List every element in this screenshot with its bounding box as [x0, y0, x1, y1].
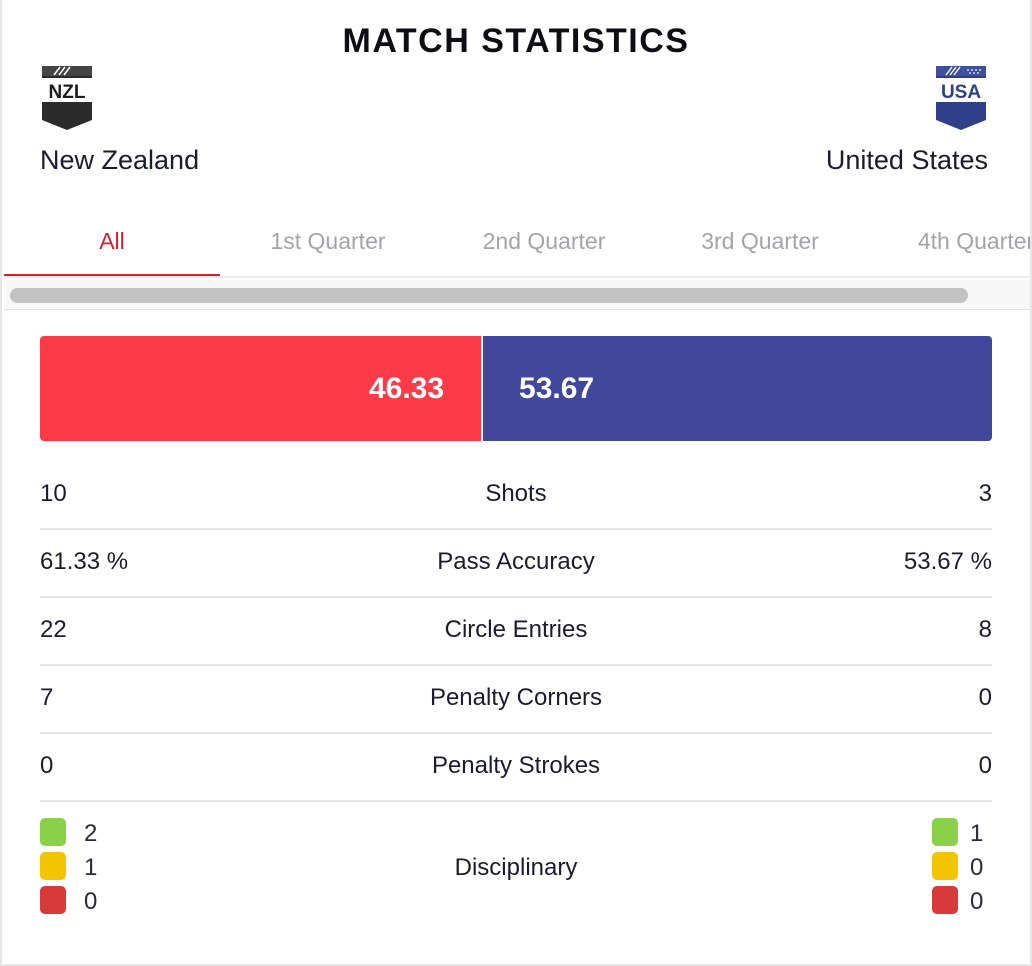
- green-card-icon: [40, 818, 66, 846]
- away-cards: 1 0 0: [932, 818, 992, 920]
- stat-away-value: 3: [978, 480, 992, 507]
- match-statistics-card: MATCH STATISTICS NZL New Zealand USA Uni…: [0, 0, 1032, 966]
- stat-label: Disciplinary: [454, 854, 578, 881]
- usa-badge-icon: USA: [936, 66, 986, 130]
- stat-row-disciplinary: 2 1 0 Disciplinary 1 0 0: [40, 818, 992, 920]
- stats-table: 10 Shots 3 61.33 % Pass Accuracy 53.67 %…: [40, 462, 992, 802]
- stat-label: Penalty Corners: [429, 684, 603, 711]
- home-red-count: 0: [84, 888, 98, 915]
- stat-label: Circle Entries: [444, 616, 588, 643]
- red-card-icon: [40, 886, 66, 914]
- tab-3rd-quarter[interactable]: 3rd Quarter: [652, 200, 868, 276]
- yellow-card-icon: [932, 852, 958, 880]
- away-team: USA United States: [826, 64, 988, 176]
- green-card-icon: [932, 818, 958, 846]
- away-red-count: 0: [970, 888, 984, 915]
- home-team-name: New Zealand: [40, 145, 200, 175]
- stat-label: Penalty Strokes: [431, 752, 601, 779]
- away-yellow-count: 0: [970, 854, 984, 881]
- period-tabs: All 1st Quarter 2nd Quarter 3rd Quarter …: [4, 200, 1030, 278]
- red-card-icon: [932, 886, 958, 914]
- tabs-scrollbar-thumb[interactable]: [10, 288, 968, 303]
- possession-home-value: 46.33: [368, 371, 445, 405]
- possession-home: 46.33: [40, 336, 482, 441]
- nzl-badge-code: NZL: [49, 82, 86, 103]
- stat-label: Pass Accuracy: [437, 548, 595, 575]
- stat-away-value: 8: [978, 616, 992, 643]
- page-title: MATCH STATISTICS: [342, 22, 690, 60]
- nzl-badge-icon: NZL: [42, 66, 92, 130]
- tab-1st-quarter[interactable]: 1st Quarter: [220, 200, 436, 276]
- tab-4th-quarter[interactable]: 4th Quarter: [868, 200, 1030, 276]
- stat-row-shots: 10 Shots 3: [40, 462, 992, 530]
- tabs-scrollbar[interactable]: [4, 280, 1030, 310]
- away-green-count: 1: [970, 820, 984, 847]
- stat-row-pass-accuracy: 61.33 % Pass Accuracy 53.67 %: [40, 530, 992, 598]
- usa-badge-code: USA: [941, 82, 981, 103]
- stat-away-value: 0: [978, 684, 992, 711]
- possession-away: 53.67: [481, 336, 992, 441]
- possession-away-value: 53.67: [519, 371, 595, 405]
- home-team: NZL New Zealand: [40, 64, 199, 176]
- away-team-name: United States: [825, 145, 988, 175]
- stat-row-penalty-corners: 7 Penalty Corners 0: [40, 666, 992, 734]
- stat-row-circle-entries: 22 Circle Entries 8: [40, 598, 992, 666]
- tab-2nd-quarter[interactable]: 2nd Quarter: [436, 200, 652, 276]
- stat-away-value: 0: [978, 752, 992, 779]
- home-green-count: 2: [84, 820, 98, 847]
- stat-row-penalty-strokes: 0 Penalty Strokes 0: [40, 734, 992, 802]
- possession-bar: 46.33 53.67: [40, 336, 992, 441]
- stat-label: Shots: [485, 480, 547, 507]
- stat-away-value: 53.67 %: [903, 548, 992, 575]
- tab-all[interactable]: All: [4, 200, 220, 276]
